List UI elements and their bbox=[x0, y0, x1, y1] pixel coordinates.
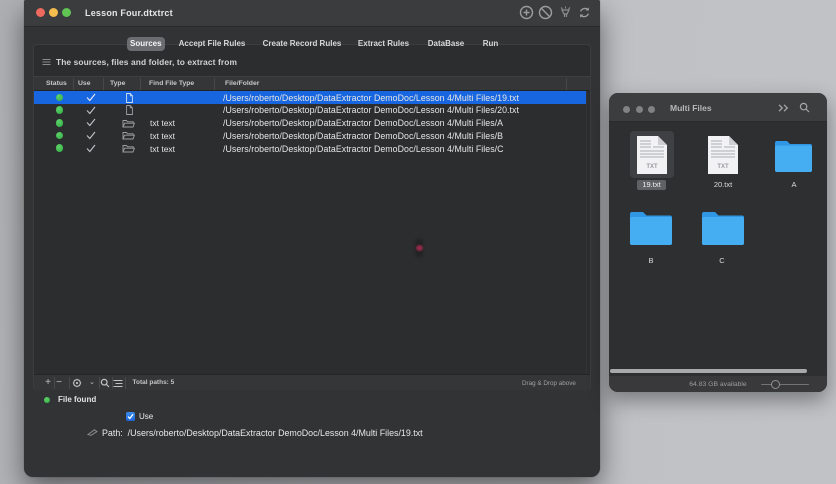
svg-text:TXT: TXT bbox=[646, 164, 658, 170]
svg-text:TXT: TXT bbox=[717, 164, 729, 170]
